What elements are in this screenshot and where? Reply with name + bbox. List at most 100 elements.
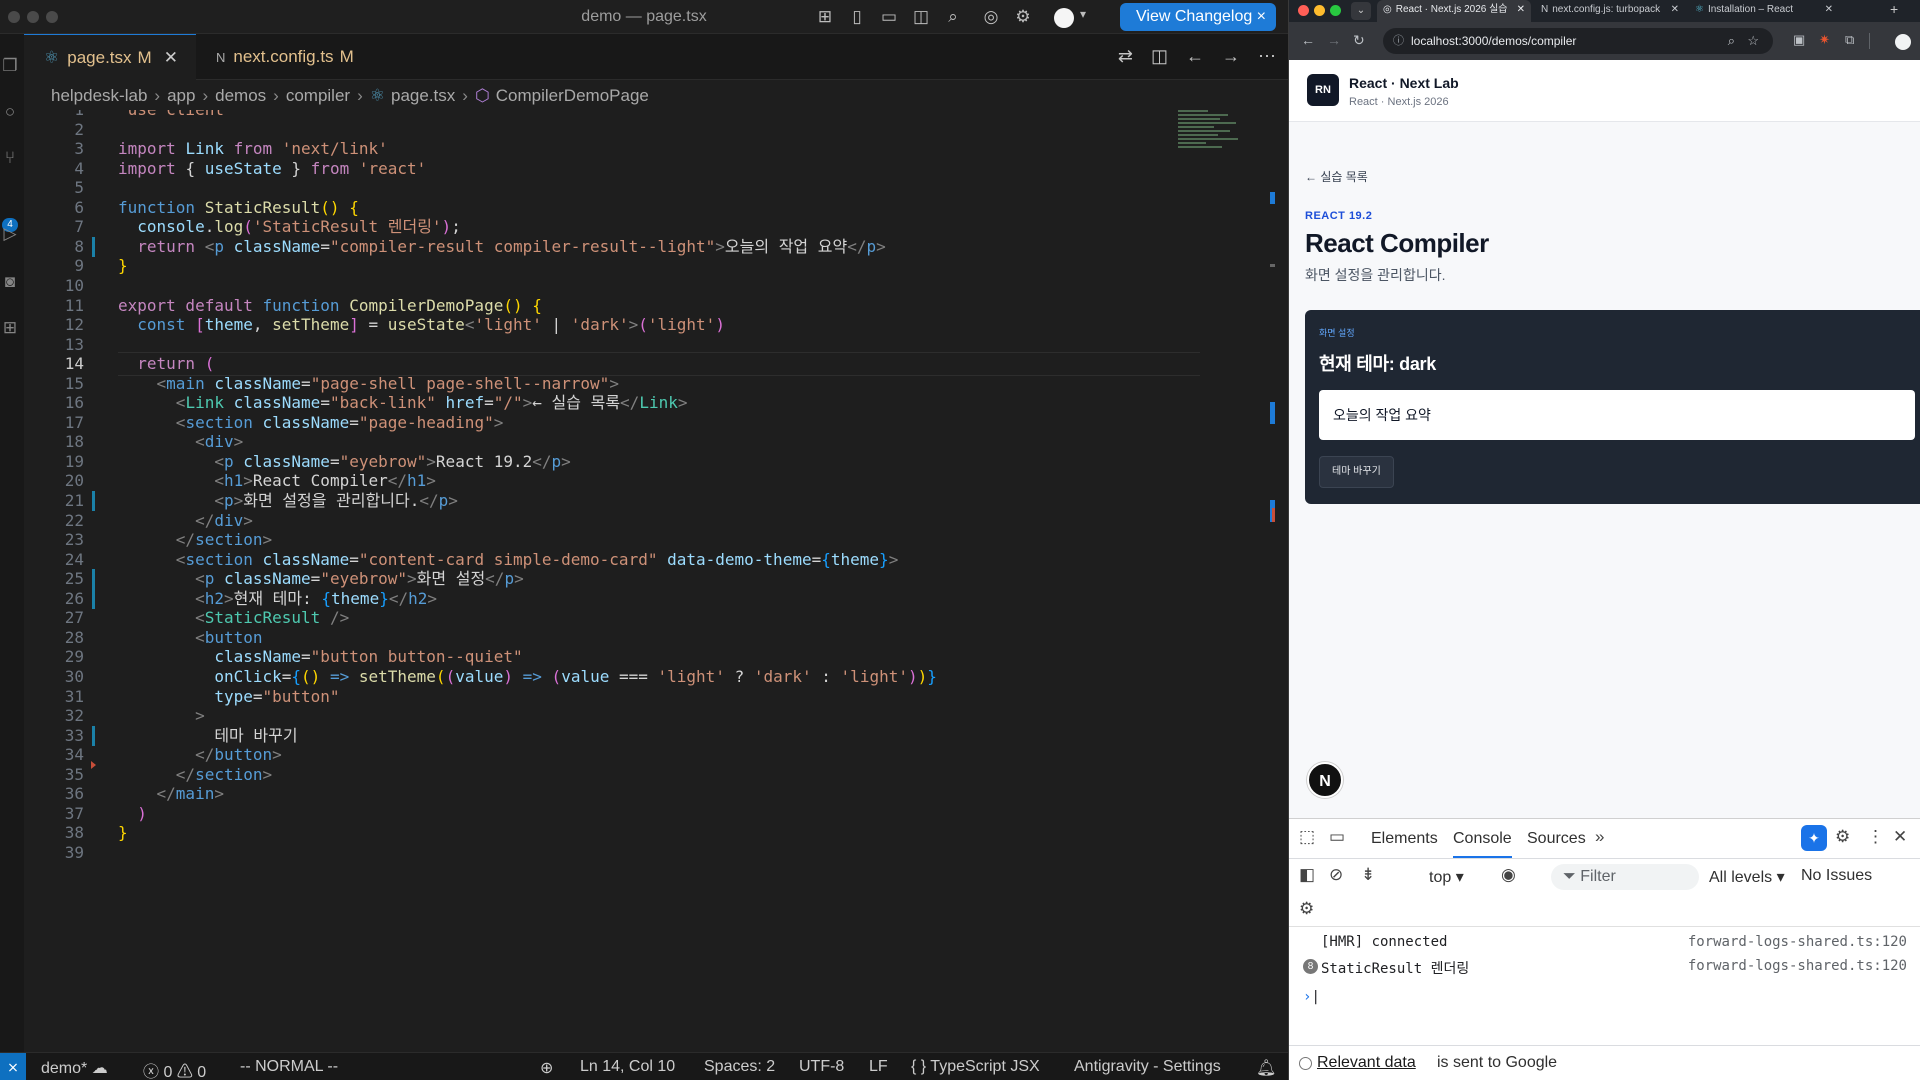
search-activity-icon[interactable]: ○ <box>0 102 20 124</box>
gutter-deleted-marker[interactable] <box>91 760 96 769</box>
chrome-icon[interactable]: ◎ <box>981 7 1001 27</box>
reload-icon[interactable]: ↻ <box>1353 32 1365 49</box>
gear-icon[interactable]: ⚙ <box>1013 7 1033 27</box>
explorer-icon[interactable]: ❐ <box>0 56 20 78</box>
cursor-position[interactable]: Ln 14, Col 10 <box>580 1058 675 1076</box>
account-avatar[interactable] <box>1054 8 1074 28</box>
line-ending[interactable]: LF <box>869 1058 888 1076</box>
browser-tab-active[interactable]: ◎ React · Next.js 2026 실습 ✕ <box>1377 0 1531 22</box>
back-icon[interactable]: ← <box>1301 32 1315 48</box>
extension-status[interactable]: Antigravity - Settings <box>1074 1058 1221 1076</box>
tab-search-icon[interactable]: ⌄ <box>1351 2 1371 20</box>
problems-indicator[interactable]: ⓧ 0 ⚠ 0 <box>143 1058 206 1080</box>
tab-page-tsx[interactable]: ⚛ page.tsx M ✕ <box>24 34 196 80</box>
remote-explorer-icon[interactable]: ◙ <box>0 272 20 294</box>
inspect-element-icon[interactable]: ⬚ <box>1299 827 1315 847</box>
issues-counter[interactable]: No Issues <box>1801 867 1872 885</box>
toggle-theme-button[interactable]: 테마 바꾸기 <box>1319 456 1394 488</box>
close-devtools-icon[interactable]: ✕ <box>1893 827 1907 847</box>
data-sharing-radio[interactable] <box>1299 1057 1312 1070</box>
site-logo[interactable]: RN <box>1307 74 1339 106</box>
eye-icon[interactable]: ◉ <box>1501 865 1516 885</box>
new-tab-icon[interactable]: + <box>1890 1 1898 17</box>
branch-indicator[interactable]: demo* ☁ <box>41 1058 108 1078</box>
breadcrumb-item[interactable]: page.tsx <box>391 86 455 106</box>
open-changes-icon[interactable]: ⇄ <box>1118 46 1133 67</box>
console-message[interactable]: 8 StaticResult 렌더링 forward-logs-shared.t… <box>1289 955 1920 979</box>
extensions-icon[interactable]: ⊞ <box>0 318 20 340</box>
close-window-dot[interactable] <box>1298 5 1309 16</box>
clear-console-icon[interactable]: ⊘ <box>1329 865 1343 885</box>
context-selector[interactable]: top ▾ <box>1429 867 1464 887</box>
close-tab-icon[interactable]: ✕ <box>164 48 178 67</box>
split-editor-icon[interactable]: ◫ <box>1151 46 1168 67</box>
line-number[interactable]: 39 <box>24 841 84 865</box>
close-tab-icon[interactable]: ✕ <box>1825 0 1833 20</box>
forward-icon[interactable]: → <box>1327 32 1341 48</box>
relevant-data-link[interactable]: Relevant data <box>1317 1054 1416 1072</box>
code-line[interactable]: 39 <box>24 841 1174 865</box>
collapse-icon[interactable]: ⇟ <box>1361 865 1375 885</box>
console-message-source[interactable]: forward-logs-shared.ts:120 <box>1688 934 1907 950</box>
ai-assistance-icon[interactable]: ✦ <box>1801 825 1827 851</box>
view-changelog-button[interactable]: View Changelog × <box>1120 3 1276 31</box>
source-control-icon[interactable]: ⑂ <box>0 148 20 170</box>
console-prompt[interactable]: ›| <box>1303 989 1320 1005</box>
bookmark-star-icon[interactable]: ☆ <box>1747 28 1759 54</box>
browser-tab[interactable]: Nnext.config.js: turbopack ✕ <box>1535 0 1685 22</box>
toggle-panel-icon[interactable]: ▭ <box>879 7 899 27</box>
zoom-icon[interactable]: ⌕ <box>1728 28 1735 54</box>
tab-next-config[interactable]: Nnext.config.ts M <box>196 34 368 80</box>
sidebar-toggle-icon[interactable]: ◧ <box>1299 865 1315 885</box>
site-info-icon[interactable]: ⓘ <box>1393 28 1404 54</box>
back-link[interactable]: ← 실습 목록 <box>1305 168 1368 185</box>
breadcrumb-item[interactable]: compiler <box>286 86 350 106</box>
console-settings-gear-icon[interactable]: ⚙ <box>1299 899 1314 919</box>
search-icon[interactable]: ⌕ <box>943 7 963 27</box>
close-tab-icon[interactable]: ✕ <box>1671 0 1679 20</box>
extensions-puzzle-icon[interactable]: ⧉ <box>1845 32 1854 48</box>
zoom-window-dot[interactable] <box>1330 5 1341 16</box>
browser-tab[interactable]: ⚛ Installation – React ✕ <box>1689 0 1839 22</box>
gear-icon[interactable]: ⚙ <box>1835 827 1850 847</box>
site-title[interactable]: React · Next Lab <box>1349 75 1459 91</box>
profile-avatar[interactable] <box>1895 34 1911 50</box>
code-editor[interactable]: 1'use client'23import Link from 'next/li… <box>24 110 1264 1052</box>
nextjs-dev-indicator[interactable]: N <box>1307 762 1343 798</box>
go-forward-icon[interactable]: → <box>1222 46 1240 67</box>
extension-icon[interactable]: ▣ <box>1793 32 1805 48</box>
run-debug-icon[interactable]: ▷ <box>0 224 20 246</box>
more-tabs-icon[interactable]: » <box>1595 827 1604 847</box>
close-tab-icon[interactable]: ✕ <box>1517 0 1525 20</box>
zoom-icon[interactable]: ⊕ <box>540 1058 553 1078</box>
tab-elements[interactable]: Elements <box>1371 830 1438 848</box>
toggle-secondary-sidebar-icon[interactable]: ◫ <box>911 7 931 27</box>
log-levels-dropdown[interactable]: All levels ▾ <box>1709 867 1785 887</box>
breadcrumb-item[interactable]: helpdesk-lab <box>51 86 147 106</box>
minimap[interactable] <box>1178 110 1248 170</box>
minimize-window-dot[interactable] <box>1314 5 1325 16</box>
remote-indicator-icon[interactable]: ⨯ <box>0 1053 26 1080</box>
more-actions-icon[interactable]: ⋯ <box>1258 46 1276 67</box>
breadcrumb-item[interactable]: CompilerDemoPage <box>496 86 649 106</box>
chevron-down-icon[interactable]: ▾ <box>1080 7 1086 21</box>
console-message-source[interactable]: forward-logs-shared.ts:120 <box>1688 958 1907 974</box>
breadcrumb-item[interactable]: app <box>167 86 195 106</box>
console-message[interactable]: [HMR] connected forward-logs-shared.ts:1… <box>1289 931 1920 955</box>
go-back-icon[interactable]: ← <box>1186 46 1204 67</box>
bell-icon[interactable]: 🔔︎ <box>1256 1058 1276 1078</box>
toggle-sidebar-icon[interactable]: ▯ <box>847 7 867 27</box>
extension-bug-icon[interactable]: ✷ <box>1819 32 1830 48</box>
breadcrumb-item[interactable]: demos <box>215 86 266 106</box>
address-bar[interactable]: ⓘ localhost:3000/demos/compiler ⌕ ☆ <box>1383 28 1773 54</box>
tab-sources[interactable]: Sources <box>1527 830 1586 848</box>
console-filter-input[interactable]: ⏷ Filter <box>1551 864 1699 890</box>
device-toolbar-icon[interactable]: ▭ <box>1329 827 1345 847</box>
language-mode[interactable]: { } TypeScript JSX <box>911 1058 1040 1076</box>
more-options-icon[interactable]: ⋮ <box>1867 827 1884 847</box>
close-icon[interactable]: × <box>1257 3 1266 31</box>
indentation[interactable]: Spaces: 2 <box>704 1058 775 1076</box>
customize-layout-icon[interactable]: ⊞ <box>815 7 835 27</box>
encoding[interactable]: UTF-8 <box>799 1058 844 1076</box>
tab-console[interactable]: Console <box>1453 830 1512 858</box>
